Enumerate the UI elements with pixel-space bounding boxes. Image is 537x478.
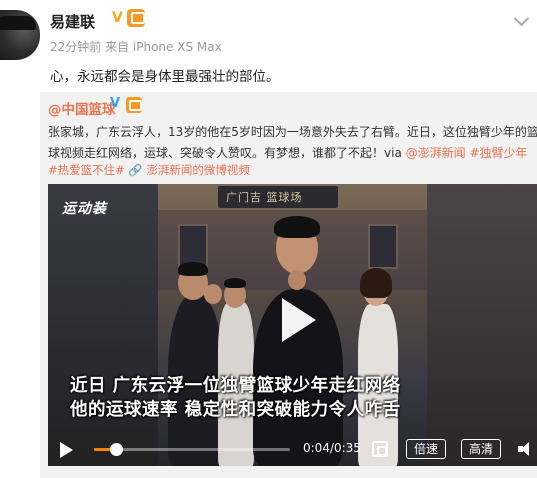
time-readout: 0:04/0:35: [303, 441, 361, 455]
progress-bar[interactable]: [94, 443, 290, 456]
repost-body: 张家城，广东云浮人，13岁的他在5岁时因为一场意外失去了右臂。近日，这位独臂少年…: [48, 122, 537, 164]
video-blur-right: [427, 184, 537, 466]
hashtag-link[interactable]: #独臂少年: [466, 146, 527, 160]
repost-body-line: 张家城，广东云浮人，13岁的他在5岁时因为一场意外失去了右臂。近日，这位独臂少年…: [48, 125, 537, 139]
repost-body-text: 球视频走红网络，运球、突破令人赞叹。有梦想，谁都了不起！via: [48, 146, 406, 160]
picture-in-picture-icon[interactable]: [372, 441, 388, 457]
video-player[interactable]: 广门吉 篮球场 运动装 近日 广东云浮一位独臂篮球少年走红网络 他的运球速率 稳…: [48, 184, 537, 466]
chevron-down-icon[interactable]: [515, 10, 529, 24]
video-caption-line: 他的运球速率 稳定性和突破能力令人咋舌: [70, 400, 401, 420]
video-caption-line: 近日 广东云浮一位独臂篮球少年走红网络: [70, 376, 401, 396]
video-controls: 0:04/0:35 倍速 高清: [48, 432, 537, 466]
mention-link[interactable]: @澎湃新闻: [406, 146, 466, 160]
video-blur-left: [48, 184, 158, 466]
member-icon: [126, 97, 142, 113]
member-icon: [127, 9, 145, 27]
username[interactable]: 易建联: [50, 11, 95, 32]
post-header: 易建联 V 22分钟前 来自 iPhone XS Max 心，永远都会是身体里最…: [0, 0, 537, 90]
channel-logo: 运动装: [62, 201, 107, 217]
post-meta: 22分钟前 来自 iPhone XS Max: [50, 40, 222, 54]
volume-icon[interactable]: [518, 441, 534, 457]
speed-button[interactable]: 倍速: [406, 439, 447, 459]
repost-username[interactable]: @中国篮球: [48, 98, 116, 118]
post-text: 心，永远都会是身体里最强壮的部位。: [50, 69, 280, 85]
play-icon[interactable]: [60, 442, 74, 458]
progress-knob[interactable]: [110, 443, 124, 456]
verified-icon: V: [112, 10, 123, 26]
tag-links[interactable]: #热爱篮不住# 🔗 澎湃新闻的微博视频: [48, 162, 250, 178]
avatar[interactable]: [0, 10, 40, 60]
video-sign-text: 广门吉 篮球场: [226, 191, 303, 204]
repost-card[interactable]: @中国篮球 V 张家城，广东云浮人，13岁的他在5岁时因为一场意外失去了右臂。近…: [40, 92, 537, 478]
repost-body-line: 球视频走红网络，运球、突破令人赞叹。有梦想，谁都了不起！via @澎湃新闻 #独…: [48, 143, 537, 164]
quality-button[interactable]: 高清: [461, 439, 502, 459]
verified-icon: V: [110, 96, 121, 111]
play-icon[interactable]: [276, 298, 316, 342]
